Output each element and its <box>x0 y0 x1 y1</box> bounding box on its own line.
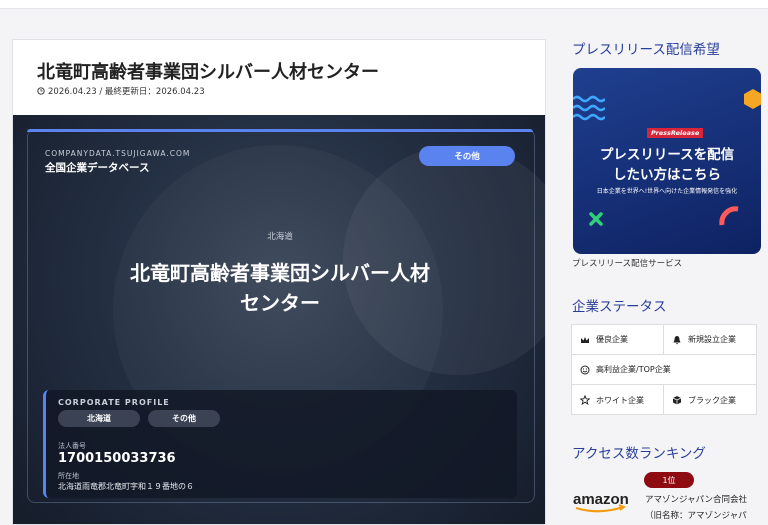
hero-company-name: 北竜町高齢者事業団シルバー人材センター <box>130 261 430 315</box>
bell-icon <box>673 335 681 344</box>
top-bar <box>0 0 768 9</box>
status-label: ホワイト企業 <box>596 395 644 405</box>
profile-chip-category: その他 <box>148 410 220 427</box>
status-label: ブラック企業 <box>688 395 736 405</box>
status-label: 優良企業 <box>596 335 628 344</box>
banner-headline-1: プレスリリースを配信 <box>599 147 735 163</box>
status-label: 高利益企業/TOP企業 <box>596 365 671 374</box>
hero-image: COMPANYDATA.TSUJIGAWA.COM 全国企業データベース その他… <box>13 115 545 524</box>
access-ranking-heading: アクセス数ランキング <box>572 446 706 462</box>
address-label: 所在地 <box>58 472 79 480</box>
company-status-grid: 優良企業 新規設立企業 高利益企業/TOP企業 ホワイト企業 ブラック企業 <box>571 324 757 415</box>
hero-category-pill: その他 <box>419 146 515 166</box>
status-item-high-profit[interactable]: 高利益企業/TOP企業 <box>572 355 756 385</box>
banner-subtext: 日本企業を世界へ!世界へ向けた企業情報発信を強化 <box>596 188 738 195</box>
wave-icon <box>573 95 605 121</box>
corporate-number: 1700150033736 <box>58 451 176 466</box>
profile-chip-region: 北海道 <box>58 410 140 427</box>
banner-tag: PressRelease <box>647 128 704 138</box>
corporate-profile-panel: CORPORATE PROFILE 北海道 その他 法人番号 170015003… <box>43 390 517 498</box>
profile-label: CORPORATE PROFILE <box>58 398 170 407</box>
status-label: 新規設立企業 <box>688 335 736 344</box>
hero-database-label: 全国企業データベース <box>45 162 150 174</box>
cube-icon <box>672 396 682 405</box>
page-title: 北竜町高齢者事業団シルバー人材センター <box>37 62 379 83</box>
hexagon-icon <box>744 89 761 109</box>
status-item-white[interactable]: ホワイト企業 <box>572 385 664 415</box>
x-shape-icon <box>589 212 603 226</box>
ranking-old-name: （旧名称：アマゾンジャパ <box>645 511 747 521</box>
corporate-number-label: 法人番号 <box>58 442 86 450</box>
press-release-heading: プレスリリース配信希望 <box>572 42 720 58</box>
crown-icon <box>581 336 589 343</box>
amazon-logo[interactable]: amazon <box>573 489 631 515</box>
rank-badge: 1位 <box>644 472 694 488</box>
address: 北海道雨竜郡北竜町字和１９番地の６ <box>58 482 194 491</box>
status-item-new[interactable]: 新規設立企業 <box>664 325 756 355</box>
company-status-heading: 企業ステータス <box>572 299 667 315</box>
arc-shape-icon <box>719 206 739 226</box>
article-meta: 2026.04.23 / 最終更新日：2026.04.23 <box>37 85 205 97</box>
smile-icon <box>580 365 590 374</box>
banner-headline-2: したい方はこちら <box>613 167 721 183</box>
ranking-company-name[interactable]: アマゾンジャパン合同会社 <box>645 493 747 505</box>
article-dates: 2026.04.23 / 最終更新日：2026.04.23 <box>48 87 205 97</box>
clock-icon <box>37 87 45 95</box>
hero-site-url: COMPANYDATA.TSUJIGAWA.COM <box>45 149 191 158</box>
banner-caption: プレスリリース配信サービス <box>572 259 683 269</box>
star-outline-icon <box>580 395 590 405</box>
status-item-excellent[interactable]: 優良企業 <box>572 325 664 355</box>
hero-region: 北海道 <box>267 232 293 242</box>
hero-accent-line <box>27 129 533 132</box>
status-item-black[interactable]: ブラック企業 <box>664 385 756 415</box>
press-release-banner[interactable]: PressRelease プレスリリースを配信 したい方はこちら 日本企業を世界… <box>573 68 761 254</box>
article-card: 北竜町高齢者事業団シルバー人材センター 2026.04.23 / 最終更新日：2… <box>12 39 546 525</box>
